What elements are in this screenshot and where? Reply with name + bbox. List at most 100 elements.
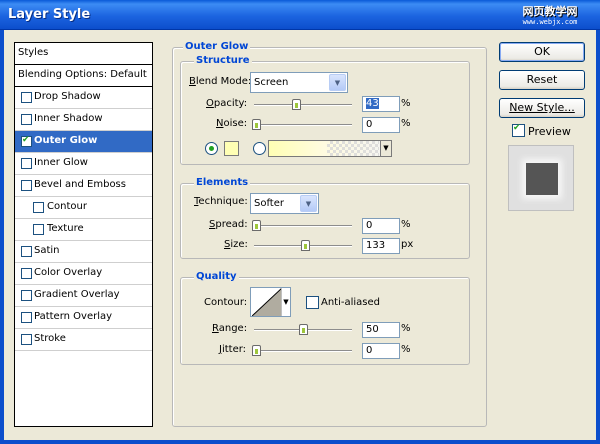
noise-slider-track[interactable] [254, 124, 352, 126]
jitter-slider-track[interactable] [254, 350, 352, 352]
sidebar-item-label: Texture [47, 223, 84, 234]
color-radio[interactable] [205, 142, 218, 155]
glow-color-swatch[interactable] [224, 141, 239, 156]
jitter-percent: % [401, 344, 411, 355]
noise-input[interactable]: 0 [362, 117, 400, 133]
preview-label: Preview [528, 125, 571, 138]
jitter-label: Jitter: [219, 344, 247, 355]
opacity-slider-track[interactable] [254, 104, 352, 106]
chevron-down-icon[interactable]: ▼ [329, 74, 346, 91]
title-bar[interactable]: Layer Style 网页教学网 www.webjx.com [0, 0, 600, 30]
blend-mode-select[interactable]: Screen ▼ [250, 72, 348, 93]
gradient-radio[interactable] [253, 142, 266, 155]
sidebar-item-inner-shadow[interactable]: Inner Shadow [15, 109, 152, 131]
sidebar-checkbox[interactable] [21, 180, 32, 191]
chevron-down-icon[interactable]: ▼ [300, 195, 317, 212]
range-slider-handle[interactable] [298, 324, 308, 335]
sidebar-item-stroke[interactable]: Stroke [15, 329, 152, 351]
sidebar-checkbox[interactable] [21, 290, 32, 301]
sidebar-item-label: Satin [34, 245, 60, 256]
sidebar-item-bevel-and-emboss[interactable]: Bevel and Emboss [15, 175, 152, 197]
size-label: Size: [224, 239, 248, 250]
sidebar-item-label: Inner Glow [34, 157, 88, 168]
sidebar-item-texture[interactable]: Texture [15, 219, 152, 241]
sidebar-item-label: Gradient Overlay [34, 289, 120, 300]
quality-legend: Quality [194, 271, 239, 282]
noise-value: 0 [366, 119, 373, 130]
gradient-picker[interactable]: ▼ [268, 140, 392, 157]
new-style-label: New Style... [509, 101, 575, 114]
spread-slider-handle[interactable] [252, 220, 261, 231]
new-style-button[interactable]: New Style... [499, 98, 585, 118]
range-label: Range: [212, 323, 248, 334]
size-value: 133 [366, 240, 386, 251]
structure-legend: Structure [194, 55, 252, 66]
outer-glow-title: Outer Glow [183, 41, 251, 52]
jitter-value: 0 [366, 345, 373, 356]
spread-input[interactable]: 0 [362, 218, 400, 234]
anti-aliased-label: Anti-aliased [321, 297, 381, 308]
sidebar-checkbox[interactable] [21, 135, 32, 147]
sidebar-item-label: Bevel and Emboss [34, 179, 126, 190]
technique-label: Technique: [194, 196, 248, 207]
range-percent: % [401, 323, 411, 334]
watermark-logo: 网页教学网 www.webjx.com [512, 6, 588, 27]
watermark-text: 网页教学网 [522, 5, 578, 18]
noise-slider-handle[interactable] [252, 119, 261, 130]
sidebar-checkbox[interactable] [33, 224, 44, 235]
styles-header[interactable]: Styles [15, 43, 152, 65]
sidebar-item-label: Stroke [34, 333, 66, 344]
blend-mode-value: Screen [254, 77, 289, 88]
elements-legend: Elements [194, 177, 251, 188]
contour-label: Contour: [204, 297, 248, 308]
contour-picker[interactable]: ▼ [250, 287, 291, 317]
styles-list[interactable]: Styles Blending Options: Default Drop Sh… [14, 42, 153, 427]
technique-select[interactable]: Softer ▼ [250, 193, 319, 214]
sidebar-checkbox[interactable] [21, 246, 32, 257]
contour-dropdown-icon[interactable]: ▼ [281, 288, 290, 316]
sidebar-checkbox[interactable] [21, 158, 32, 169]
range-input[interactable]: 50 [362, 322, 400, 338]
styles-header-label: Styles [18, 47, 49, 58]
blending-options-label: Blending Options: Default [18, 69, 147, 80]
sidebar-item-color-overlay[interactable]: Color Overlay [15, 263, 152, 285]
reset-button[interactable]: Reset [499, 70, 585, 90]
window-title: Layer Style [8, 7, 91, 22]
opacity-input[interactable]: 43 [362, 96, 400, 112]
sidebar-item-contour[interactable]: Contour [15, 197, 152, 219]
spread-slider-track[interactable] [254, 225, 352, 227]
sidebar-item-label: Color Overlay [34, 267, 103, 278]
jitter-input[interactable]: 0 [362, 343, 400, 359]
sidebar-checkbox[interactable] [21, 334, 32, 345]
preview-checkbox[interactable] [512, 123, 525, 137]
sidebar-checkbox[interactable] [21, 268, 32, 279]
range-value: 50 [366, 324, 379, 335]
sidebar-item-inner-glow[interactable]: Inner Glow [15, 153, 152, 175]
sidebar-item-satin[interactable]: Satin [15, 241, 152, 263]
sidebar-checkbox[interactable] [21, 114, 32, 125]
gradient-dropdown-icon[interactable]: ▼ [380, 141, 391, 156]
sidebar-checkbox[interactable] [21, 312, 32, 323]
ok-button[interactable]: OK [499, 42, 585, 62]
style-preview-thumbnail [508, 145, 574, 211]
sidebar-checkbox[interactable] [21, 92, 32, 103]
sidebar-item-drop-shadow[interactable]: Drop Shadow [15, 87, 152, 109]
size-slider-handle[interactable] [301, 240, 311, 251]
blending-options-item[interactable]: Blending Options: Default [15, 65, 152, 87]
size-px-unit: px [401, 239, 414, 250]
sidebar-checkbox[interactable] [33, 202, 44, 213]
sidebar-item-outer-glow[interactable]: Outer Glow [15, 131, 152, 153]
watermark-url: www.webjx.com [522, 18, 578, 26]
blend-mode-label: Blend Mode: [189, 76, 252, 87]
jitter-slider-handle[interactable] [252, 345, 261, 356]
size-input[interactable]: 133 [362, 238, 400, 254]
sidebar-item-gradient-overlay[interactable]: Gradient Overlay [15, 285, 152, 307]
anti-aliased-checkbox[interactable] [306, 296, 319, 309]
sidebar-item-pattern-overlay[interactable]: Pattern Overlay [15, 307, 152, 329]
sidebar-item-label: Pattern Overlay [34, 311, 113, 322]
technique-value: Softer [254, 198, 284, 209]
opacity-slider-handle[interactable] [291, 99, 301, 110]
opacity-percent: % [401, 98, 411, 109]
sidebar-item-label: Outer Glow [34, 135, 98, 146]
sidebar-item-label: Inner Shadow [34, 113, 103, 124]
